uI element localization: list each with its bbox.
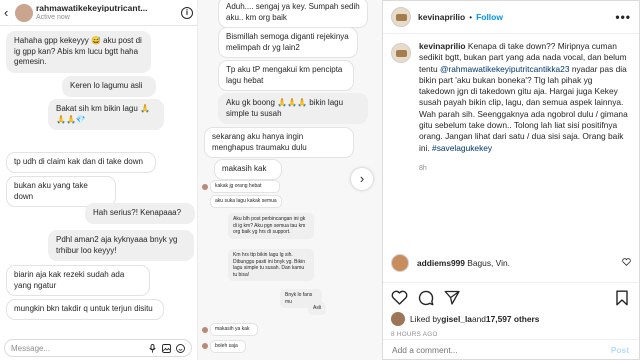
dm-message: Pdhl aman2 aja kyknyaaa bnyk yg trhibur … (48, 230, 194, 261)
image-icon (162, 343, 171, 353)
dm-header: ‹ rahmawatikekeyiputricant... Active now… (0, 0, 197, 26)
info-icon: i (181, 6, 193, 19)
dm-contact-status: Active now (36, 14, 70, 22)
like-heart-icon[interactable] (391, 289, 408, 306)
dm-message: Hahaha gpp kekeyyy 😅 aku post di ig gpp … (6, 31, 151, 73)
post-media[interactable]: ‹ rahmawatikekeyiputricant... Active now… (0, 0, 383, 360)
comment-input[interactable] (392, 344, 611, 355)
dm-message: makasih ya kak (210, 323, 258, 336)
dm-message: mungkin bkn takdir q untuk terjun disitu (6, 299, 164, 320)
dm-input-icons (143, 343, 185, 353)
dm-message: Aku gk boong 🙏🙏🙏 bikin lagu simple tu su… (218, 93, 368, 124)
dm-message: Tp aku tP mengakui km pencipta lagu heba… (218, 60, 354, 91)
bookmark-save-icon[interactable] (613, 289, 630, 306)
likes-prefix: Liked by (410, 314, 442, 324)
add-comment-bar: Post (383, 339, 638, 359)
comment-text: Bagus, Vin. (464, 258, 510, 268)
post-comment-button[interactable]: Post (611, 345, 629, 355)
liker-avatar (391, 312, 405, 326)
dm-avatar (202, 327, 208, 333)
dm-message: Km hrs ttp bikin lagu lg sih. Dibunggu p… (228, 249, 314, 281)
dm-contact-name: rahmawatikekeyiputricant... (36, 3, 148, 13)
dm-message: boleh saja (210, 340, 246, 353)
commenter-avatar[interactable] (391, 254, 409, 272)
dm-message: makasih kak (214, 159, 282, 180)
liker-username[interactable]: gisel_la (441, 314, 472, 324)
dm-message: Keren lo lagumu asli (62, 76, 156, 97)
dm-avatar (202, 343, 208, 349)
caption-hashtag-link[interactable]: #savelagukekey (432, 143, 492, 153)
author-avatar[interactable] (391, 7, 411, 27)
caption-text: nyadar pas dia bikin part 'aku bukan bon… (419, 63, 628, 153)
next-image-chevron-icon[interactable]: › (351, 168, 373, 190)
dm-message: Aku blh post perbincangan ini gk di ig k… (228, 213, 314, 239)
header-separator: • (469, 12, 473, 22)
comment-item: addiems999 Bagus, Vin. (391, 254, 631, 272)
comments-section: kevinaprilio Kenapa di take down?? Mirip… (383, 41, 638, 174)
dm-message: biarin aja kak rezeki sudah ada yang nga… (6, 265, 150, 296)
action-icons (391, 289, 630, 306)
comment-body: addiems999 Bagus, Vin. (417, 258, 510, 268)
dm-message: Bakat sih km bikin lagu 🙏🙏🙏💎 (48, 99, 164, 130)
share-send-icon[interactable] (443, 289, 460, 306)
more-options-icon[interactable]: ••• (615, 10, 631, 24)
dm-message: kakak jg orang hebat (210, 180, 280, 193)
likes-others-link[interactable]: 17,597 others (486, 314, 540, 324)
post-header: kevinaprilio • Follow ••• (383, 1, 639, 34)
likes-summary: Liked by gisel_la and 17,597 others (391, 312, 630, 326)
comment-like-heart-icon[interactable] (622, 258, 631, 268)
post-actions: Liked by gisel_la and 17,597 others 8 HO… (383, 282, 638, 338)
post-side-panel: kevinaprilio • Follow ••• kevinaprilio K… (383, 0, 640, 360)
author-username[interactable]: kevinaprilio (418, 12, 465, 22)
dm-screenshot-left: ‹ rahmawatikekeyiputricant... Active now… (0, 0, 198, 360)
follow-button[interactable]: Follow (476, 12, 503, 22)
post-timestamp[interactable]: 8 HOURS AGO (391, 331, 630, 338)
caption-username[interactable]: kevinaprilio (419, 41, 466, 51)
dm-message: Asli (308, 302, 326, 315)
comment-bubble-icon[interactable] (417, 289, 434, 306)
caption-author-avatar[interactable] (391, 43, 411, 63)
dm-meta: rahmawatikekeyiputricant... Active now (36, 4, 148, 22)
sticker-icon (176, 343, 185, 353)
dm-message: Hah serius?! Kenapaaa? (85, 203, 195, 224)
caption-body: kevinaprilio Kenapa di take down?? Mirip… (419, 41, 628, 174)
dm-message: sekarang aku hanya ingin menghapus traum… (204, 127, 354, 158)
caption-mention-link[interactable]: @rahmawatikekeyiputritcantikka23 (440, 64, 570, 74)
dm-avatar (15, 3, 33, 22)
back-arrow-icon: ‹ (4, 5, 9, 20)
dm-avatar (202, 184, 208, 190)
instagram-post-view: ‹ rahmawatikekeyiputricant... Active now… (0, 0, 640, 360)
caption-timestamp[interactable]: 8h (419, 163, 628, 174)
dm-message-input: Message... (4, 339, 192, 357)
dm-input-placeholder: Message... (11, 343, 51, 353)
microphone-icon (148, 343, 157, 353)
likes-middle: and (471, 314, 486, 324)
commenter-username[interactable]: addiems999 (417, 258, 465, 268)
dm-message: Bismillah semoga diganti rejekinya melim… (218, 27, 358, 58)
post-caption: kevinaprilio Kenapa di take down?? Mirip… (391, 41, 628, 174)
dm-message: Aduh.... sengaj ya key. Sumpah sedih aku… (218, 0, 368, 28)
dm-message: aku suka lagu kakak semua (210, 195, 282, 208)
dm-message: tp udh di claim kak dan di take down (6, 152, 156, 173)
